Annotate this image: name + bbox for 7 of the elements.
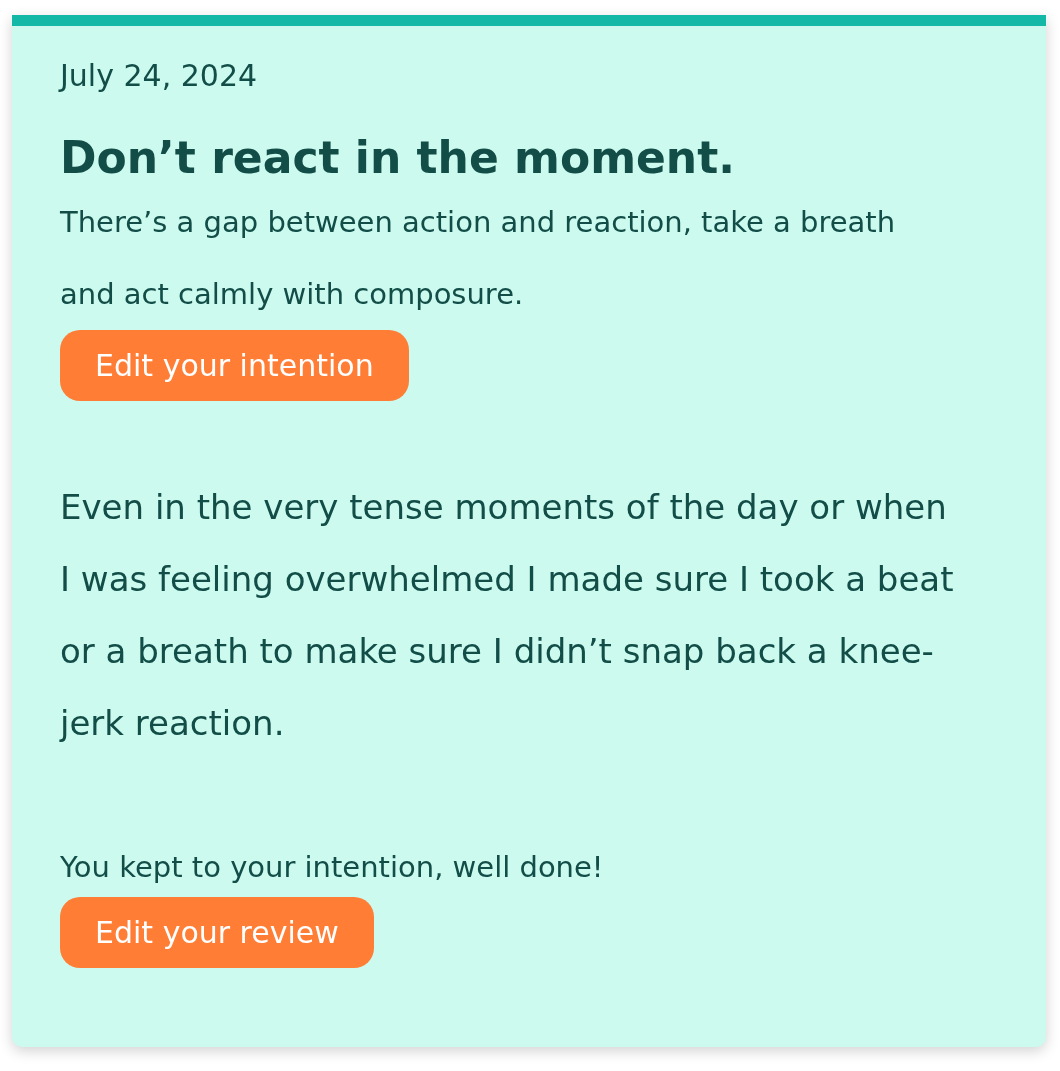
edit-button[interactable]: Edit your review bbox=[60, 897, 374, 968]
edit-button[interactable]: Edit your intention bbox=[60, 330, 409, 401]
intention-description: There’s a gap between action and reaction, take a breath and act calmly with composure. bbox=[60, 204, 897, 313]
entry-date: July 24, 2024 bbox=[60, 57, 259, 95]
reflection-text: Even in the very tense moments of the day or when I was feeling overwhelmed I made sure I took a beat or a breath to make sure I didn’t snap back a knee-jerk reaction. bbox=[60, 486, 955, 745]
intention-title: Don’t react in the moment. bbox=[60, 131, 736, 185]
review-message: You kept to your intention, well done! bbox=[60, 849, 605, 886]
